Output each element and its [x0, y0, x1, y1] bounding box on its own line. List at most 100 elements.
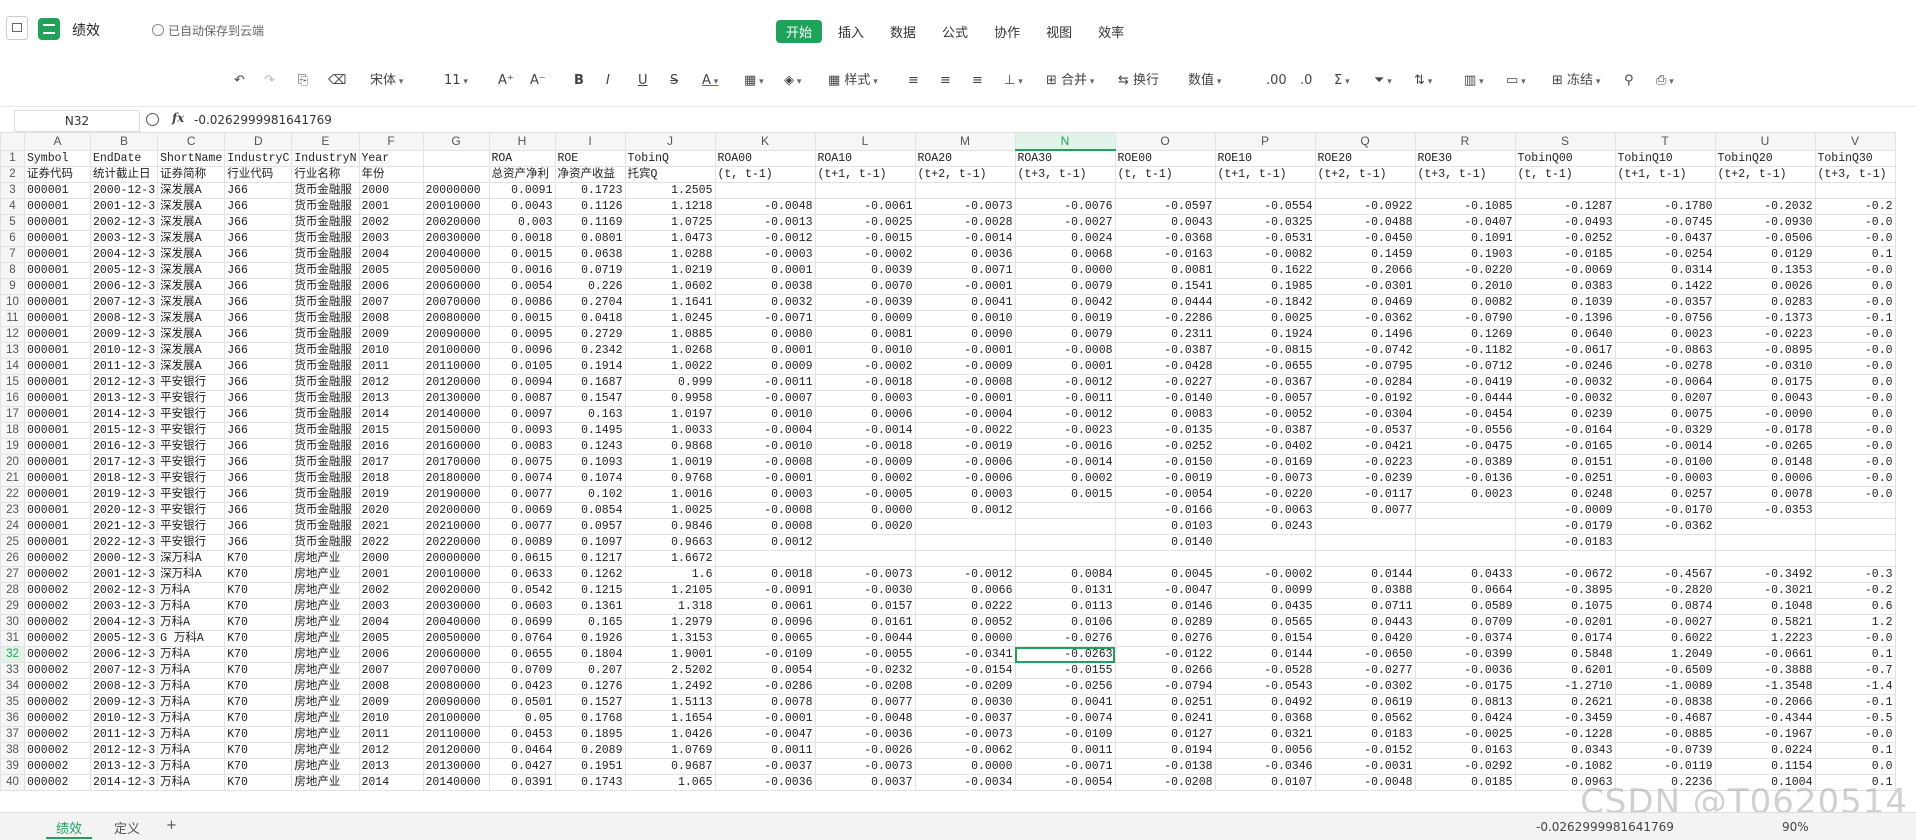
table-cell[interactable]: -0.0109: [1014, 726, 1116, 743]
table-cell[interactable]: 房地产业: [291, 630, 360, 647]
table-cell[interactable]: 0.2010: [1414, 278, 1516, 295]
table-cell[interactable]: 0.0251: [1114, 694, 1216, 711]
row-header[interactable]: 14: [0, 358, 25, 375]
table-cell[interactable]: K70: [224, 710, 293, 727]
table-cell[interactable]: 0.0089: [488, 534, 556, 551]
table-cell[interactable]: [1414, 182, 1516, 199]
table-cell[interactable]: 万科A: [157, 758, 226, 775]
table-cell[interactable]: 0.226: [554, 278, 626, 295]
table-cell[interactable]: 房地产业: [291, 710, 360, 727]
table-cell[interactable]: [1414, 502, 1516, 519]
table-cell[interactable]: 000002: [24, 678, 91, 695]
table-cell[interactable]: (t+3, t-1): [1414, 166, 1516, 183]
table-cell[interactable]: 0.0391: [488, 774, 556, 791]
table-cell[interactable]: 0.0025: [1214, 310, 1316, 327]
table-cell[interactable]: 0.0709: [488, 662, 556, 679]
column-header[interactable]: L: [814, 132, 916, 151]
table-cell[interactable]: -0.0032: [1514, 390, 1616, 407]
table-cell[interactable]: -0.0661: [1714, 646, 1816, 663]
table-cell[interactable]: J66: [224, 422, 293, 439]
sort-icon[interactable]: ⇅: [1414, 71, 1432, 91]
table-cell[interactable]: -0.0003: [714, 246, 816, 263]
table-cell[interactable]: 0.0068: [1014, 246, 1116, 263]
table-cell[interactable]: 2013-12-3: [89, 758, 159, 775]
table-cell[interactable]: 2008-12-3: [89, 310, 159, 327]
table-cell[interactable]: 2004: [358, 614, 424, 631]
table-cell[interactable]: -0.1396: [1514, 310, 1616, 327]
table-cell[interactable]: (t+3, t-1): [1814, 166, 1896, 183]
table-cell[interactable]: 深发展A: [157, 310, 226, 327]
table-cell[interactable]: -0.0055: [814, 646, 916, 663]
table-cell[interactable]: (t+2, t-1): [1714, 166, 1816, 183]
table-cell[interactable]: J66: [224, 438, 293, 455]
table-cell[interactable]: 2012-12-3: [89, 742, 159, 759]
row-header[interactable]: 35: [0, 694, 25, 711]
row-header[interactable]: 8: [0, 262, 25, 279]
table-cell[interactable]: -0.0138: [1114, 758, 1216, 775]
table-cell[interactable]: 0.1097: [554, 534, 626, 551]
table-cell[interactable]: -0.0025: [814, 214, 916, 231]
table-cell[interactable]: 0.0002: [814, 470, 916, 487]
table-cell[interactable]: J66: [224, 198, 293, 215]
table-cell[interactable]: -0.0090: [1714, 406, 1816, 423]
table-cell[interactable]: 0.1: [1814, 742, 1896, 759]
home-icon[interactable]: [6, 16, 28, 40]
table-cell[interactable]: 0.0043: [488, 198, 556, 215]
table-cell[interactable]: -0.0672: [1514, 566, 1616, 583]
table-cell[interactable]: 2000-12-3: [89, 182, 159, 199]
table-cell[interactable]: -0.0223: [1714, 326, 1816, 343]
row-header[interactable]: 18: [0, 422, 25, 439]
table-cell[interactable]: -0.1: [1814, 694, 1896, 711]
table-cell[interactable]: 0.0106: [1014, 614, 1116, 631]
table-cell[interactable]: -0.0357: [1614, 294, 1716, 311]
freeze-button[interactable]: ⊞ 冻结: [1552, 71, 1600, 91]
table-cell[interactable]: [914, 518, 1016, 535]
table-cell[interactable]: 2007-12-3: [89, 294, 159, 311]
table-cell[interactable]: 2014-12-3: [89, 406, 159, 423]
table-cell[interactable]: 20040000: [422, 614, 490, 631]
column-header[interactable]: P: [1214, 132, 1316, 151]
name-box[interactable]: N32: [14, 110, 140, 132]
table-cell[interactable]: [1014, 518, 1116, 535]
function-icon[interactable]: fx: [172, 111, 184, 125]
table-cell[interactable]: 0.1217: [554, 550, 626, 567]
table-cell[interactable]: -0.0537: [1314, 422, 1416, 439]
table-cell[interactable]: -0.0: [1814, 470, 1896, 487]
table-cell[interactable]: 2005: [358, 262, 424, 279]
table-cell[interactable]: -0.0: [1814, 214, 1896, 231]
table-cell[interactable]: ROE10: [1214, 149, 1316, 167]
table-cell[interactable]: 房地产业: [291, 678, 360, 695]
table-cell[interactable]: 证券代码: [24, 166, 91, 183]
table-cell[interactable]: 000001: [24, 246, 91, 263]
table-cell[interactable]: 000002: [24, 726, 91, 743]
row-header[interactable]: 33: [0, 662, 25, 679]
table-cell[interactable]: -0.0742: [1314, 342, 1416, 359]
font-shrink-icon[interactable]: A⁻: [530, 71, 546, 91]
table-cell[interactable]: -0.7: [1814, 662, 1896, 679]
table-cell[interactable]: ROE: [554, 149, 626, 167]
table-cell[interactable]: K70: [224, 582, 293, 599]
table-cell[interactable]: -0.0: [1814, 230, 1896, 247]
table-cell[interactable]: 000002: [24, 566, 91, 583]
table-cell[interactable]: -0.0278: [1614, 358, 1716, 375]
table-cell[interactable]: 深发展A: [157, 326, 226, 343]
table-cell[interactable]: -0.0048: [814, 710, 916, 727]
table-cell[interactable]: 000002: [24, 630, 91, 647]
table-cell[interactable]: 0.0011: [714, 742, 816, 759]
table-cell[interactable]: -0.0155: [1014, 662, 1116, 679]
table-cell[interactable]: -0.2032: [1714, 198, 1816, 215]
table-cell[interactable]: 0.0000: [914, 758, 1016, 775]
table-cell[interactable]: J66: [224, 262, 293, 279]
table-cell[interactable]: -0.0302: [1314, 678, 1416, 695]
format-painter-icon[interactable]: ⎘: [298, 71, 308, 91]
table-cell[interactable]: 2009: [358, 326, 424, 343]
table-cell[interactable]: -0.0815: [1214, 342, 1316, 359]
table-cell[interactable]: -0.0252: [1514, 230, 1616, 247]
table-cell[interactable]: 0.0097: [488, 406, 556, 423]
table-cell[interactable]: 0.0131: [1014, 582, 1116, 599]
table-cell[interactable]: -0.0012: [714, 230, 816, 247]
table-cell[interactable]: -0.0011: [714, 374, 816, 391]
table-cell[interactable]: -0.0027: [1614, 614, 1716, 631]
table-cell[interactable]: 0.0239: [1514, 406, 1616, 423]
table-cell[interactable]: 2013-12-3: [89, 390, 159, 407]
